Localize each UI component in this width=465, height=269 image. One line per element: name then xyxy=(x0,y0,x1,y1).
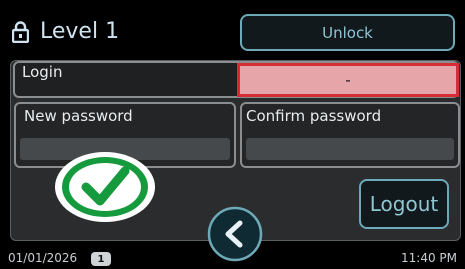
status-date: 01/01/2026 xyxy=(8,251,78,265)
logout-button[interactable]: Logout xyxy=(359,179,449,229)
confirm-password-label: Confirm password xyxy=(246,107,382,125)
lock-icon xyxy=(12,21,29,43)
notification-badge: 1 xyxy=(91,252,111,266)
new-password-label: New password xyxy=(24,107,133,125)
unlock-button[interactable]: Unlock xyxy=(240,14,455,51)
login-field[interactable]: - xyxy=(237,63,459,97)
page-title: Level 1 xyxy=(40,19,120,44)
status-time: 11:40 PM xyxy=(401,251,457,265)
check-circle-icon xyxy=(55,152,155,222)
login-label: Login xyxy=(22,63,63,81)
back-button[interactable] xyxy=(207,206,263,262)
confirm-password-field[interactable] xyxy=(246,138,454,160)
